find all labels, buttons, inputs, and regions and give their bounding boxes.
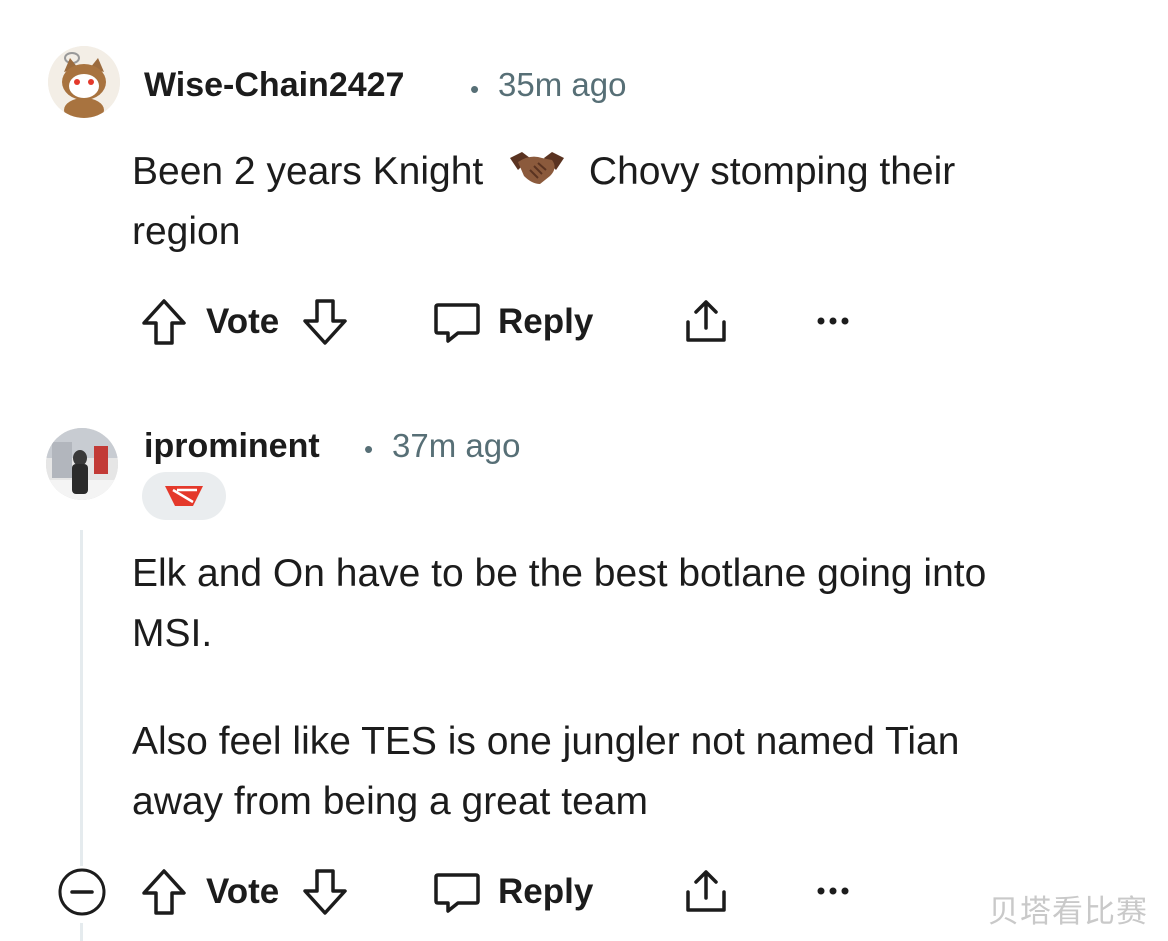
reply-button[interactable]: Reply xyxy=(432,296,593,348)
chat-bubble-icon xyxy=(432,867,482,917)
downvote-arrow-icon[interactable] xyxy=(301,297,349,347)
handshake-icon xyxy=(508,146,566,206)
vote-label: Vote xyxy=(206,302,280,341)
share-icon[interactable] xyxy=(680,296,732,353)
username[interactable]: iprominent xyxy=(144,427,320,466)
comment-text: Elk and On have to be the best botlane g… xyxy=(132,552,987,595)
reply-label: Reply xyxy=(498,302,594,341)
more-options-icon[interactable] xyxy=(816,310,850,337)
user-photo-avatar-icon xyxy=(46,428,118,500)
reply-label: Reply xyxy=(498,872,594,911)
comment-paragraph: Also feel like TES is one jungler not na… xyxy=(132,712,959,832)
avatar[interactable] xyxy=(48,46,120,118)
collapse-thread-icon[interactable] xyxy=(56,866,108,923)
comment-paragraph: Elk and On have to be the best botlane g… xyxy=(132,544,986,664)
comment-text: Also feel like TES is one jungler not na… xyxy=(132,720,960,763)
more-options-icon[interactable] xyxy=(816,880,850,907)
team-flair-icon xyxy=(165,486,203,506)
comment-body-line: region xyxy=(132,210,241,253)
chat-bubble-icon xyxy=(432,297,482,347)
meta-separator: • xyxy=(470,74,480,104)
upvote-arrow-icon[interactable] xyxy=(140,297,188,347)
vote-controls: Vote xyxy=(140,296,349,348)
timestamp[interactable]: 37m ago xyxy=(392,427,520,465)
watermark: 贝塔看比赛 xyxy=(988,894,1148,930)
username[interactable]: Wise-Chain2427 xyxy=(144,66,404,105)
comment-text: Chovy stomping their xyxy=(588,150,956,193)
reply-button[interactable]: Reply xyxy=(432,866,593,918)
comment-text: MSI. xyxy=(132,612,213,655)
comment-text: away from being a great team xyxy=(132,780,648,823)
share-icon[interactable] xyxy=(680,866,732,923)
user-flair-badge xyxy=(142,472,226,520)
vote-label: Vote xyxy=(206,872,280,911)
meta-separator: • xyxy=(364,434,374,464)
avatar[interactable] xyxy=(46,428,118,500)
comment-text: Been 2 years Knight xyxy=(132,150,484,193)
vote-controls: Vote xyxy=(140,866,349,918)
upvote-arrow-icon[interactable] xyxy=(140,867,188,917)
downvote-arrow-icon[interactable] xyxy=(301,867,349,917)
comment-body-line: Been 2 years Knight Chovy stomping their xyxy=(132,142,955,206)
snoo-cat-avatar-icon xyxy=(48,46,120,118)
timestamp[interactable]: 35m ago xyxy=(498,66,626,104)
